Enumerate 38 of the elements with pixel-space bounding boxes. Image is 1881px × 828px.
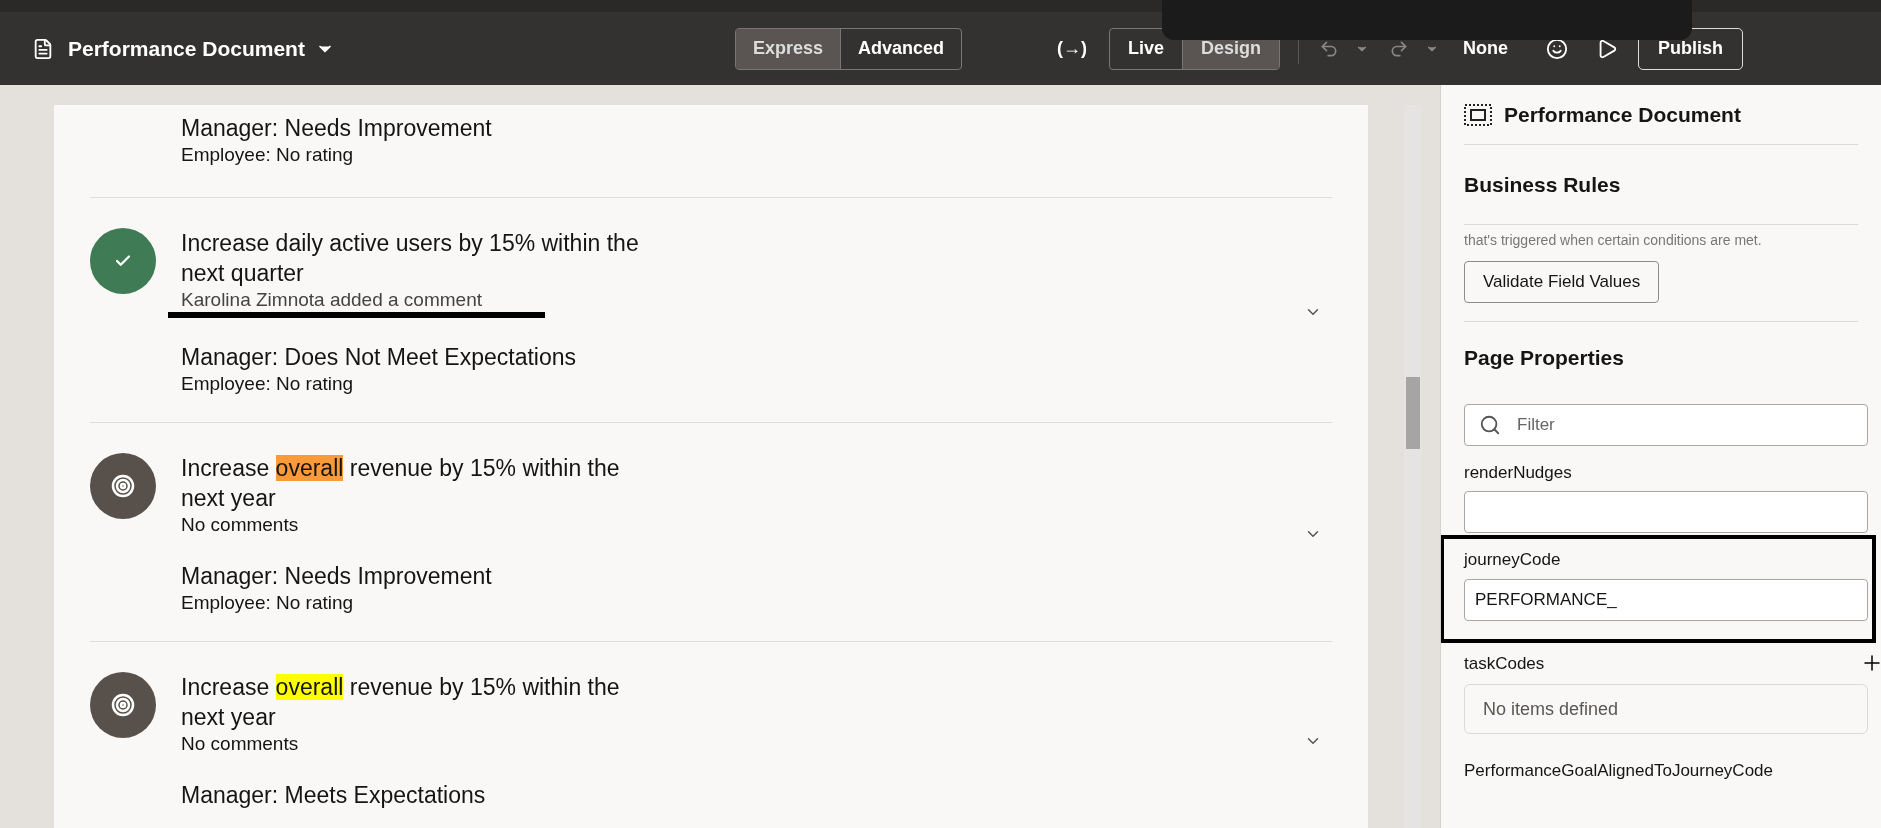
- property-label: taskCodes: [1464, 652, 1545, 675]
- manager-rating: Manager: Does Not Meet Expectations: [181, 343, 578, 372]
- smiley-icon[interactable]: [1546, 37, 1569, 60]
- goal-title: Increase daily active users by 15% within the next quarter: [181, 229, 640, 288]
- property-label: PerformanceGoalAlignedToJourneyCode: [1464, 760, 1773, 782]
- property-label: renderNudges: [1464, 461, 1572, 484]
- employee-rating: Employee: No rating: [181, 372, 355, 396]
- search-icon: [1479, 413, 1501, 436]
- section-heading: Page Properties: [1464, 346, 1624, 369]
- goal-title: Increase overall revenue by 15% within the next year: [181, 673, 621, 732]
- validate-button[interactable]: Validate Field Values: [1464, 261, 1660, 303]
- filter-field[interactable]: Filter: [1464, 403, 1868, 446]
- scrollbar-thumb[interactable]: [1406, 377, 1420, 449]
- document-title: Performance Document: [68, 35, 305, 62]
- goal-comment: Karolina Zimnota added a comment: [181, 288, 483, 312]
- toggle-label[interactable]: (→): [1057, 35, 1087, 62]
- manager-rating: Manager: Meets Expectations: [181, 781, 487, 810]
- section-description: that's triggered when certain conditions are met.: [1464, 231, 1763, 249]
- property-input[interactable]: PERFORMANCE_: [1464, 578, 1868, 621]
- section-heading: Business Rules: [1464, 171, 1621, 198]
- goal-title: Increase overall revenue by 15% within the next year: [181, 454, 621, 513]
- goal-comment: No comments: [181, 732, 300, 756]
- empty-list-text: No items defined: [1483, 697, 1619, 721]
- property-label: journeyCode: [1464, 549, 1561, 571]
- manager-rating: Manager: Needs Improvement: [181, 562, 493, 591]
- employee-rating: Employee: No rating: [181, 591, 355, 615]
- mode-tab[interactable]: Advanced: [839, 28, 961, 69]
- view-tab[interactable]: Live: [1110, 28, 1183, 69]
- mode-tab[interactable]: Express: [735, 28, 840, 69]
- document-icon: [32, 37, 54, 60]
- panel-title: Performance Document: [1504, 101, 1741, 128]
- goal-comment: No comments: [181, 513, 300, 537]
- manager-rating: Manager: Needs Improvement: [181, 114, 492, 143]
- redo-icon[interactable]: [1389, 38, 1410, 59]
- property-input[interactable]: [1464, 491, 1868, 533]
- filter-input[interactable]: Filter: [1517, 411, 1853, 438]
- employee-rating: Employee: No rating: [181, 143, 355, 167]
- container-icon: [1464, 103, 1492, 126]
